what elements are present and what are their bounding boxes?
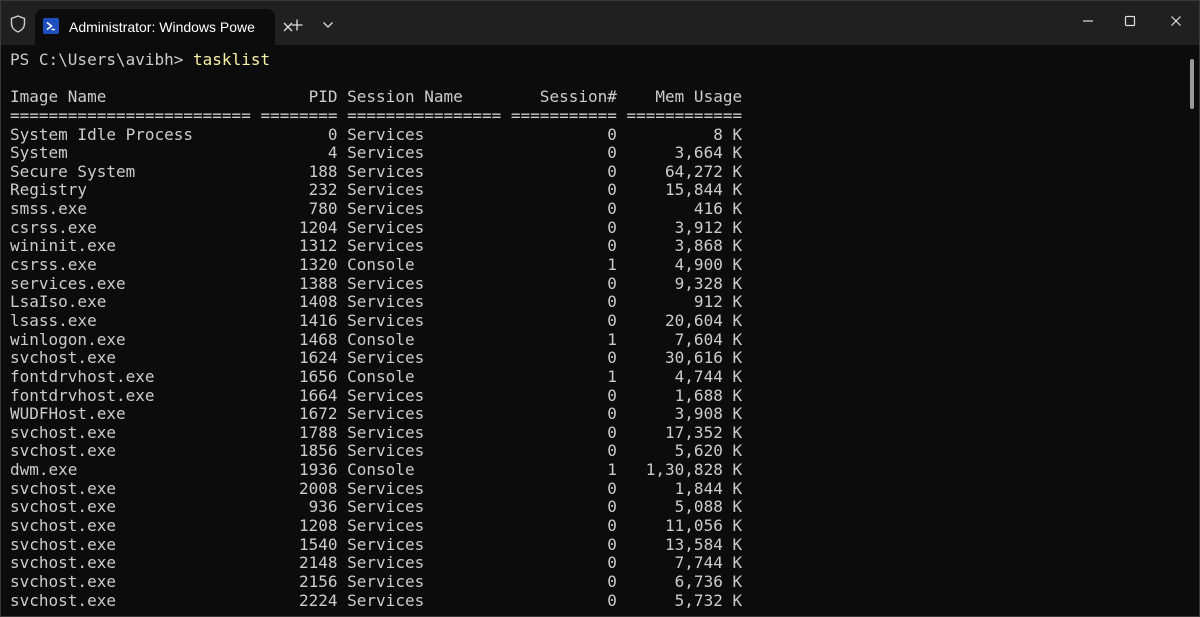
- plus-icon: [291, 19, 303, 31]
- process-row: fontdrvhost.exe 1656 Console 1 4,744 K: [10, 366, 743, 386]
- process-row: LsaIso.exe 1408 Services 0 912 K: [10, 292, 743, 312]
- process-row: svchost.exe 2224 Services 0 5,732 K: [10, 590, 743, 610]
- process-row: smss.exe 780 Services 0 416 K: [10, 199, 743, 219]
- process-row: Secure System 188 Services 0 64,272 K: [10, 161, 743, 181]
- process-row: wininit.exe 1312 Services 0 3,868 K: [10, 236, 743, 256]
- process-row: svchost.exe 1208 Services 0 11,056 K: [10, 516, 743, 536]
- title-bar: Administrator: Windows PowerShell: [1, 1, 1199, 45]
- process-row: fontdrvhost.exe 1664 Services 0 1,688 K: [10, 385, 743, 405]
- tab-title: Administrator: Windows PowerShell: [69, 19, 255, 35]
- prompt-text: PS C:\Users\avibh>: [10, 50, 194, 69]
- process-row: svchost.exe 1856 Services 0 5,620 K: [10, 441, 743, 461]
- tab-powershell[interactable]: Administrator: Windows PowerShell: [35, 9, 293, 45]
- powershell-icon: [43, 18, 59, 34]
- process-row: lsass.exe 1416 Services 0 20,604 K: [10, 310, 743, 330]
- prompt-line: PS C:\Users\avibh> tasklist: [10, 50, 1181, 70]
- process-row: svchost.exe 936 Services 0 5,088 K: [10, 497, 743, 517]
- table-header: Image Name PID Session Name Session# Mem…: [10, 87, 743, 107]
- chevron-down-icon: [323, 22, 333, 28]
- process-row: System 4 Services 0 3,664 K: [10, 143, 743, 163]
- shield-icon: [10, 15, 26, 33]
- process-row: WUDFHost.exe 1672 Services 0 3,908 K: [10, 404, 743, 424]
- terminal-window: Administrator: Windows PowerShell: [0, 0, 1200, 617]
- maximize-button[interactable]: [1107, 1, 1153, 41]
- process-row: dwm.exe 1936 Console 1 1,30,828 K: [10, 460, 743, 480]
- process-row: csrss.exe 1320 Console 1 4,900 K: [10, 255, 743, 275]
- new-tab-button[interactable]: [286, 14, 308, 36]
- process-row: svchost.exe 1540 Services 0 13,584 K: [10, 534, 743, 554]
- process-row: services.exe 1388 Services 0 9,328 K: [10, 273, 743, 293]
- process-row: winlogon.exe 1468 Console 1 7,604 K: [10, 329, 743, 349]
- terminal-output[interactable]: PS C:\Users\avibh> tasklist Image Name P…: [1, 45, 1181, 616]
- tab-dropdown-button[interactable]: [317, 14, 339, 36]
- process-row: svchost.exe 2008 Services 0 1,844 K: [10, 478, 743, 498]
- admin-shield-button[interactable]: [7, 12, 29, 36]
- scrollbar[interactable]: [1185, 59, 1197, 614]
- process-row: svchost.exe 1624 Services 0 30,616 K: [10, 348, 743, 368]
- process-list: System Idle Process 0 Services 0 8 K Syst…: [10, 124, 1181, 611]
- process-row: svchost.exe 2156 Services 0 6,736 K: [10, 571, 743, 591]
- close-window-button[interactable]: [1153, 1, 1199, 41]
- process-row: csrss.exe 1204 Services 0 3,912 K: [10, 217, 743, 237]
- maximize-icon: [1124, 15, 1136, 27]
- minimize-button[interactable]: [1065, 1, 1111, 41]
- table-separator: ========================= ======== =====…: [10, 105, 743, 125]
- scrollbar-thumb[interactable]: [1190, 59, 1194, 109]
- close-icon: [1171, 16, 1181, 26]
- process-row: Registry 232 Services 0 15,844 K: [10, 180, 743, 200]
- command-text: tasklist: [193, 50, 271, 69]
- process-row: System Idle Process 0 Services 0 8 K: [10, 124, 743, 144]
- process-row: svchost.exe 2148 Services 0 7,744 K: [10, 553, 743, 573]
- process-row: svchost.exe 1788 Services 0 17,352 K: [10, 422, 743, 442]
- minimize-icon: [1083, 20, 1093, 22]
